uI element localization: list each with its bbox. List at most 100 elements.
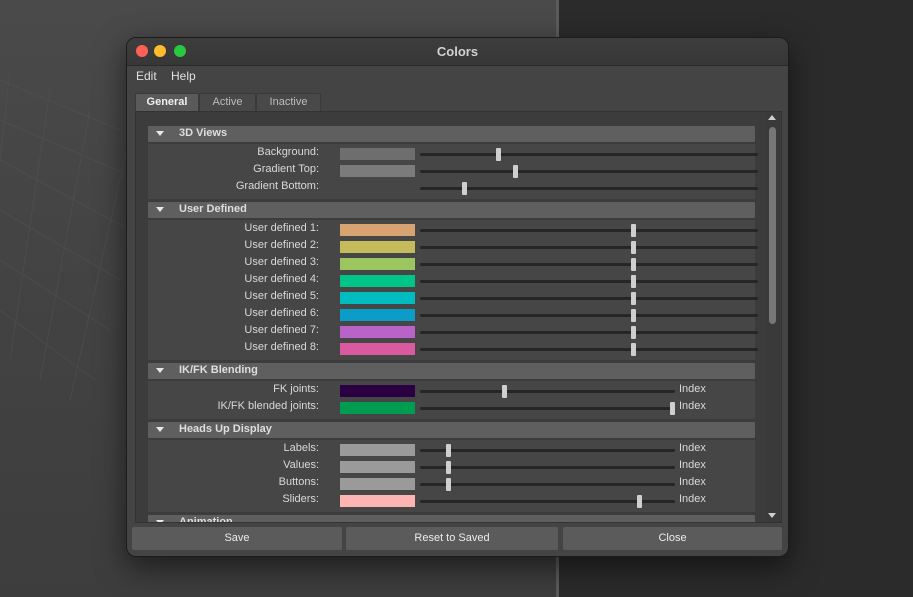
color-swatch[interactable] <box>340 309 415 321</box>
tab-active[interactable]: Active <box>199 93 256 111</box>
index-label: Index <box>679 493 706 505</box>
section-body: Background: Gradient Top: Gradient Bottom: <box>148 144 758 199</box>
slider-track[interactable] <box>420 483 675 486</box>
index-label: Index <box>679 383 706 395</box>
color-swatch[interactable] <box>340 165 415 177</box>
color-swatch[interactable] <box>340 182 415 194</box>
tab-inactive[interactable]: Inactive <box>256 93 321 111</box>
slider-thumb[interactable] <box>631 258 636 271</box>
slider-track[interactable] <box>420 153 758 156</box>
section-header[interactable]: IK/FK Blending <box>148 363 755 379</box>
color-row-label: User defined 2: <box>244 239 319 251</box>
color-swatch[interactable] <box>340 402 415 414</box>
slider-thumb[interactable] <box>631 292 636 305</box>
color-row-label: Gradient Bottom: <box>235 180 319 192</box>
section-body: Labels: Index Values: Index Buttons: Index Sli… <box>148 440 755 512</box>
slider-thumb[interactable] <box>631 224 636 237</box>
slider-track[interactable] <box>420 246 758 249</box>
slider-thumb[interactable] <box>631 326 636 339</box>
section-body: User defined 1: User defined 2: User defin… <box>148 220 758 360</box>
slider-track[interactable] <box>420 449 675 452</box>
slider-track[interactable] <box>420 187 758 190</box>
section-header[interactable]: User Defined <box>148 202 755 218</box>
slider-thumb[interactable] <box>670 402 675 415</box>
color-row-label: User defined 6: <box>244 307 319 319</box>
color-row-label: Sliders: <box>282 493 319 505</box>
color-row-label: User defined 7: <box>244 324 319 336</box>
slider-track[interactable] <box>420 466 675 469</box>
color-swatch[interactable] <box>340 461 415 473</box>
collapse-triangle-icon[interactable] <box>156 368 164 373</box>
slider-track[interactable] <box>420 390 675 393</box>
close-button[interactable]: Close <box>563 527 782 550</box>
slider-track[interactable] <box>420 331 758 334</box>
footer-buttons: Save Reset to Saved Close <box>132 527 782 550</box>
scroll-up-arrow-icon[interactable] <box>768 115 776 120</box>
window-title: Colors <box>436 44 479 59</box>
color-swatch[interactable] <box>340 275 415 287</box>
color-row-label: Background: <box>257 146 319 158</box>
index-label: Index <box>679 400 706 412</box>
color-swatch[interactable] <box>340 478 415 490</box>
slider-thumb[interactable] <box>513 165 518 178</box>
title-bar[interactable]: Colors <box>127 38 788 66</box>
slider-track[interactable] <box>420 263 758 266</box>
slider-thumb[interactable] <box>631 309 636 322</box>
section-header[interactable]: 3D Views <box>148 126 755 142</box>
reset-to-saved-button[interactable]: Reset to Saved <box>346 527 558 550</box>
slider-thumb[interactable] <box>631 275 636 288</box>
slider-track[interactable] <box>420 229 758 232</box>
color-swatch[interactable] <box>340 385 415 397</box>
slider-thumb[interactable] <box>637 495 642 508</box>
color-swatch[interactable] <box>340 343 415 355</box>
color-swatch[interactable] <box>340 444 415 456</box>
color-swatch[interactable] <box>340 148 415 160</box>
slider-thumb[interactable] <box>446 478 451 491</box>
section-title: 3D Views <box>179 127 228 139</box>
collapse-triangle-icon[interactable] <box>156 427 164 432</box>
slider-track[interactable] <box>420 297 758 300</box>
slider-thumb[interactable] <box>446 444 451 457</box>
section-header[interactable]: Animation <box>148 515 755 522</box>
collapse-triangle-icon[interactable] <box>156 207 164 212</box>
color-swatch[interactable] <box>340 495 415 507</box>
tab-general[interactable]: General <box>135 93 199 112</box>
section-header[interactable]: Heads Up Display <box>148 422 755 438</box>
slider-thumb[interactable] <box>446 461 451 474</box>
collapse-triangle-icon[interactable] <box>156 131 164 136</box>
general-panel: 3D Views Background: Gradient Top: Gradient… <box>135 111 782 523</box>
menu-help[interactable]: Help <box>171 69 196 83</box>
section-body: FK joints: Index IK/FK blended joints: Inde… <box>148 381 755 419</box>
vertical-scrollbar[interactable] <box>765 112 780 522</box>
menu-bar: Edit Help <box>127 66 788 86</box>
color-swatch[interactable] <box>340 258 415 270</box>
color-settings-list[interactable]: 3D Views Background: Gradient Top: Gradient… <box>136 112 764 522</box>
slider-thumb[interactable] <box>631 343 636 356</box>
slider-thumb[interactable] <box>631 241 636 254</box>
collapse-triangle-icon[interactable] <box>156 520 164 522</box>
color-row-label: Values: <box>283 459 319 471</box>
scroll-thumb[interactable] <box>769 127 776 324</box>
color-row-label: Labels: <box>283 442 319 454</box>
slider-thumb[interactable] <box>496 148 501 161</box>
index-label: Index <box>679 459 706 471</box>
color-row-label: FK joints: <box>273 383 319 395</box>
slider-track[interactable] <box>420 280 758 283</box>
slider-thumb[interactable] <box>502 385 507 398</box>
color-swatch[interactable] <box>340 326 415 338</box>
color-swatch[interactable] <box>340 292 415 304</box>
color-row-label: User defined 5: <box>244 290 319 302</box>
color-row-label: User defined 4: <box>244 273 319 285</box>
slider-track[interactable] <box>420 407 675 410</box>
index-label: Index <box>679 442 706 454</box>
save-button[interactable]: Save <box>132 527 342 550</box>
scroll-down-arrow-icon[interactable] <box>768 513 776 518</box>
slider-track[interactable] <box>420 314 758 317</box>
color-swatch[interactable] <box>340 241 415 253</box>
slider-track[interactable] <box>420 348 758 351</box>
menu-edit[interactable]: Edit <box>136 69 157 83</box>
slider-track[interactable] <box>420 170 758 173</box>
slider-thumb[interactable] <box>462 182 467 195</box>
color-swatch[interactable] <box>340 224 415 236</box>
color-row-label: User defined 8: <box>244 341 319 353</box>
